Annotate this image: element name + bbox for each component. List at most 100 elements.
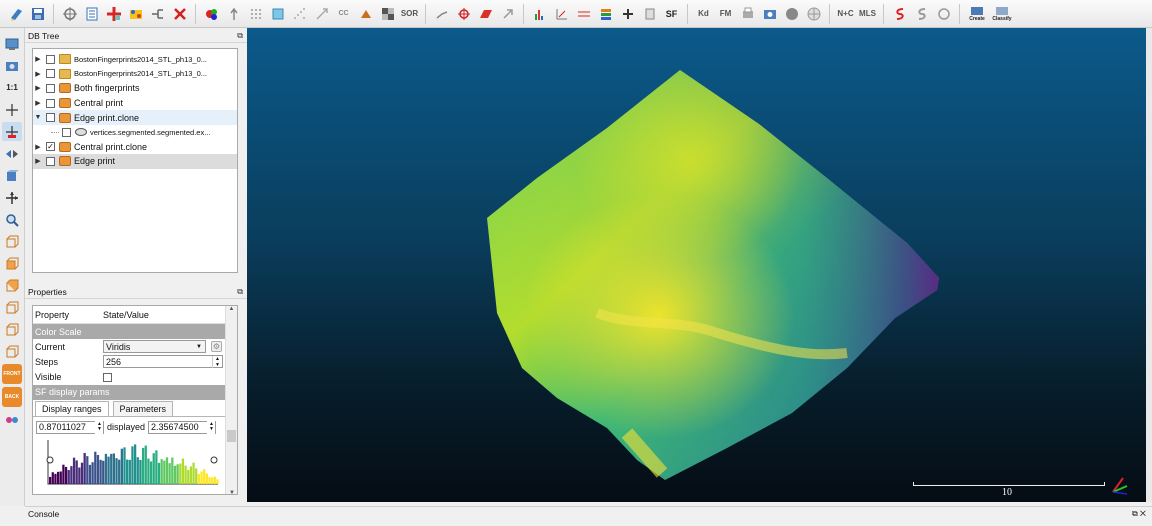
sphere-icon[interactable]: [782, 4, 801, 24]
cut-icon[interactable]: [476, 4, 495, 24]
tree-item[interactable]: ▶ Both fingerprints: [33, 81, 237, 96]
open-icon[interactable]: [6, 4, 25, 24]
camera-icon[interactable]: [760, 4, 779, 24]
expand-arrow-icon[interactable]: ▶: [33, 70, 43, 78]
tree-item-checkbox[interactable]: [46, 156, 55, 166]
nc-icon[interactable]: N+C: [836, 4, 855, 24]
auto-pick-icon[interactable]: [2, 122, 22, 141]
clone-icon[interactable]: [104, 4, 123, 24]
tree-item[interactable]: ▶ Edge print: [33, 154, 237, 169]
db-tree[interactable]: ▶ BostonFingerprints2014_STL_ph13_0... ▶…: [32, 48, 238, 273]
scroll-thumb[interactable]: [227, 430, 236, 442]
expand-arrow-icon[interactable]: ▶: [33, 99, 43, 107]
delete-icon[interactable]: [170, 4, 189, 24]
3d-view[interactable]: 10: [247, 28, 1146, 502]
bottom-view-icon[interactable]: [2, 342, 22, 361]
cloud-mesh-dist-icon[interactable]: [574, 4, 593, 24]
tree-item-checkbox[interactable]: [46, 83, 55, 93]
pick-icon[interactable]: [432, 4, 451, 24]
save-icon[interactable]: [28, 4, 47, 24]
range-max-handle[interactable]: [210, 456, 218, 464]
float-icon[interactable]: ⧉: [237, 285, 243, 299]
histogram-icon[interactable]: [530, 4, 549, 24]
gear-icon[interactable]: ⚙: [211, 341, 222, 353]
expand-arrow-icon[interactable]: ▶: [33, 157, 43, 165]
float-icon[interactable]: ⧉: [237, 29, 243, 43]
drape-icon[interactable]: [356, 4, 375, 24]
scroll-up-icon[interactable]: ▲: [226, 306, 237, 312]
sf-icon[interactable]: SF: [662, 4, 681, 24]
export-icon[interactable]: [934, 4, 953, 24]
tree-item-checkbox[interactable]: [46, 113, 55, 123]
one-to-one-icon[interactable]: 1:1: [2, 78, 22, 97]
spin-arrows-icon[interactable]: ▲ ▼: [212, 355, 222, 368]
tree-item[interactable]: ▶ Central print: [33, 96, 237, 111]
visible-checkbox[interactable]: [103, 372, 112, 382]
tree-item-checkbox[interactable]: [46, 54, 55, 64]
noise-icon[interactable]: [290, 4, 309, 24]
register-icon[interactable]: [498, 4, 517, 24]
s-icon[interactable]: [890, 4, 909, 24]
tree-item-checkbox[interactable]: ✓: [46, 142, 55, 152]
console-window-icons[interactable]: ⧉ ✕: [1132, 507, 1146, 521]
s2-icon[interactable]: [912, 4, 931, 24]
list-icon[interactable]: [82, 4, 101, 24]
fm-icon[interactable]: FM: [716, 4, 735, 24]
left-view-icon[interactable]: [2, 276, 22, 295]
octree-icon[interactable]: [268, 4, 287, 24]
back-view-icon[interactable]: [2, 254, 22, 273]
zoom-icon[interactable]: [2, 210, 22, 229]
plus-icon[interactable]: [618, 4, 637, 24]
spin-arrows-icon[interactable]: ▲ ▼: [95, 420, 103, 434]
center-icon[interactable]: [2, 100, 22, 119]
canupo-classify-icon[interactable]: Classify: [991, 4, 1013, 24]
distance-icon[interactable]: [552, 4, 571, 24]
view-3d-icon[interactable]: [2, 34, 22, 53]
canupo-create-icon[interactable]: Create: [966, 4, 988, 24]
tree-item[interactable]: ▼ Edge print.clone: [33, 110, 237, 125]
normals-icon[interactable]: [224, 4, 243, 24]
top-view-icon[interactable]: [2, 320, 22, 339]
tree-item[interactable]: ▶ ✓ Central print.clone: [33, 140, 237, 155]
move-icon[interactable]: [2, 188, 22, 207]
camera-icon[interactable]: [2, 56, 22, 75]
collapse-arrow-icon[interactable]: ▼: [33, 114, 43, 121]
stats-icon[interactable]: [596, 4, 615, 24]
cc-icon[interactable]: CC: [334, 4, 353, 24]
segment-icon[interactable]: [148, 4, 167, 24]
color-scale-select[interactable]: Viridis ▼: [103, 340, 206, 354]
kd-icon[interactable]: Kd: [694, 4, 713, 24]
align-icon[interactable]: [454, 4, 473, 24]
range-max-spinbox[interactable]: 2.35674500 ▲ ▼: [148, 420, 217, 434]
tree-item[interactable]: ▶ BostonFingerprints2014_STL_ph13_0...: [33, 52, 237, 67]
print-icon[interactable]: [738, 4, 757, 24]
tree-item-checkbox[interactable]: [46, 98, 55, 108]
mesh-sphere-icon[interactable]: [804, 4, 823, 24]
tab-display-ranges[interactable]: Display ranges: [35, 400, 109, 416]
merge-icon[interactable]: [126, 4, 145, 24]
scroll-down-icon[interactable]: ▼: [226, 490, 237, 494]
sample-icon[interactable]: [246, 4, 265, 24]
expand-arrow-icon[interactable]: ▶: [33, 55, 43, 63]
tree-item[interactable]: ▶ BostonFingerprints2014_STL_ph13_0...: [33, 67, 237, 82]
tree-item[interactable]: vertices.segmented.segmented.ex...: [33, 125, 237, 140]
expand-arrow-icon[interactable]: ▶: [33, 84, 43, 92]
range-min-handle[interactable]: [46, 456, 54, 464]
properties-scrollbar[interactable]: ▲ ▼: [225, 306, 237, 494]
spin-arrows-icon[interactable]: ▲ ▼: [207, 420, 216, 434]
sf-histogram[interactable]: [38, 438, 228, 488]
arrows-icon[interactable]: [2, 144, 22, 163]
tab-parameters[interactable]: Parameters: [112, 400, 174, 416]
checker-icon[interactable]: [378, 4, 397, 24]
sor-icon[interactable]: SOR: [400, 4, 419, 24]
tree-item-checkbox[interactable]: [62, 127, 71, 137]
sf-ops-icon[interactable]: [640, 4, 659, 24]
expand-arrow-icon[interactable]: ▶: [33, 143, 43, 151]
iso-back-icon[interactable]: BACK: [2, 387, 22, 407]
translate-rotate-icon[interactable]: [60, 4, 79, 24]
mls-icon[interactable]: MLS: [858, 4, 877, 24]
resize-icon[interactable]: [312, 4, 331, 24]
color-icon[interactable]: [202, 4, 221, 24]
cube-view-icon[interactable]: [2, 166, 22, 185]
stereo-icon[interactable]: [2, 410, 22, 429]
